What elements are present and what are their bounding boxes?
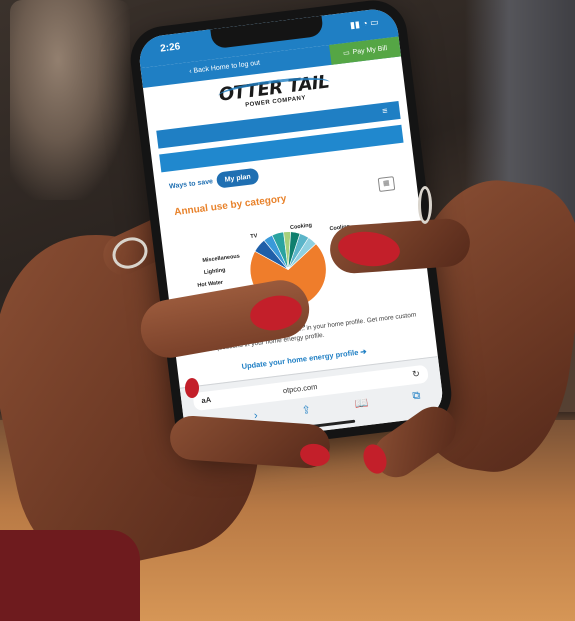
- red-nail-small: [185, 378, 199, 398]
- calendar-icon[interactable]: ▦: [377, 176, 396, 192]
- arrow-right-icon: ➔: [359, 346, 368, 357]
- pie-label-lighting: Lighting: [204, 267, 226, 276]
- back-home-link[interactable]: ‹ Back Home to log out: [189, 60, 261, 76]
- pie-label-miscellaneous: Miscellaneous: [202, 253, 240, 264]
- pie-label-tv: TV: [250, 233, 258, 240]
- bookmarks-icon[interactable]: 📖: [354, 396, 370, 416]
- tabs-icon[interactable]: ⧉: [412, 390, 422, 409]
- red-sleeve: [0, 530, 140, 621]
- reload-icon[interactable]: ↻: [412, 368, 421, 380]
- status-time: 2:26: [159, 41, 181, 55]
- card-icon: ▭: [342, 49, 351, 58]
- lamp-background: [10, 0, 130, 200]
- tab-my-plan[interactable]: My plan: [215, 167, 260, 189]
- url-text: otpco.com: [282, 382, 318, 396]
- text-size-button[interactable]: aA: [201, 395, 212, 405]
- battery-signal-icon: ▮▮ ◔ ▭: [349, 16, 380, 31]
- silver-ring-right: [418, 186, 432, 224]
- hamburger-menu-icon[interactable]: ≡: [382, 105, 388, 116]
- tab-ways-to-save[interactable]: Ways to save: [169, 178, 214, 190]
- share-icon[interactable]: ⇪: [301, 403, 312, 422]
- pie-label-cooking: Cooking: [290, 222, 313, 231]
- photo-scene: 2:26 ▮▮ ◔ ▭ ‹ Back Home to log out ▭ Pay…: [0, 0, 575, 621]
- pay-bill-label: Pay My Bill: [352, 44, 388, 56]
- pie-label-hot-water: Hot Water: [197, 280, 224, 289]
